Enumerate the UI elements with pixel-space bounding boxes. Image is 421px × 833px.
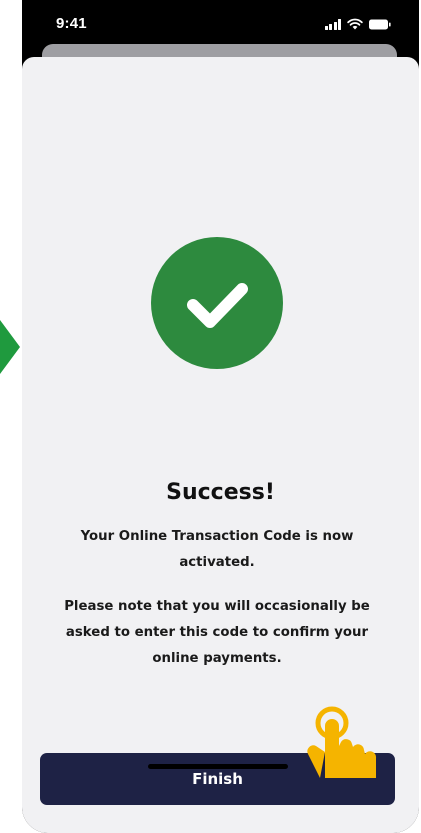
signal-icon	[324, 19, 341, 30]
success-badge	[151, 237, 283, 369]
status-icons	[324, 18, 392, 30]
status-bar: 9:41	[22, 0, 419, 46]
home-indicator	[148, 764, 288, 769]
wifi-icon	[347, 18, 363, 30]
arrow-right-icon	[0, 320, 20, 374]
checkmark-icon	[187, 283, 248, 328]
tap-hand-icon	[307, 706, 377, 778]
status-time: 9:41	[56, 15, 87, 32]
usage-note: Please note that you will occasionally b…	[64, 599, 370, 666]
success-title: Success!	[166, 480, 275, 505]
activation-message: Your Online Transaction Code is now acti…	[80, 529, 354, 570]
battery-icon	[369, 19, 391, 30]
phone-screen: 9:41 Success! Your Online Transaction Co…	[22, 0, 419, 833]
